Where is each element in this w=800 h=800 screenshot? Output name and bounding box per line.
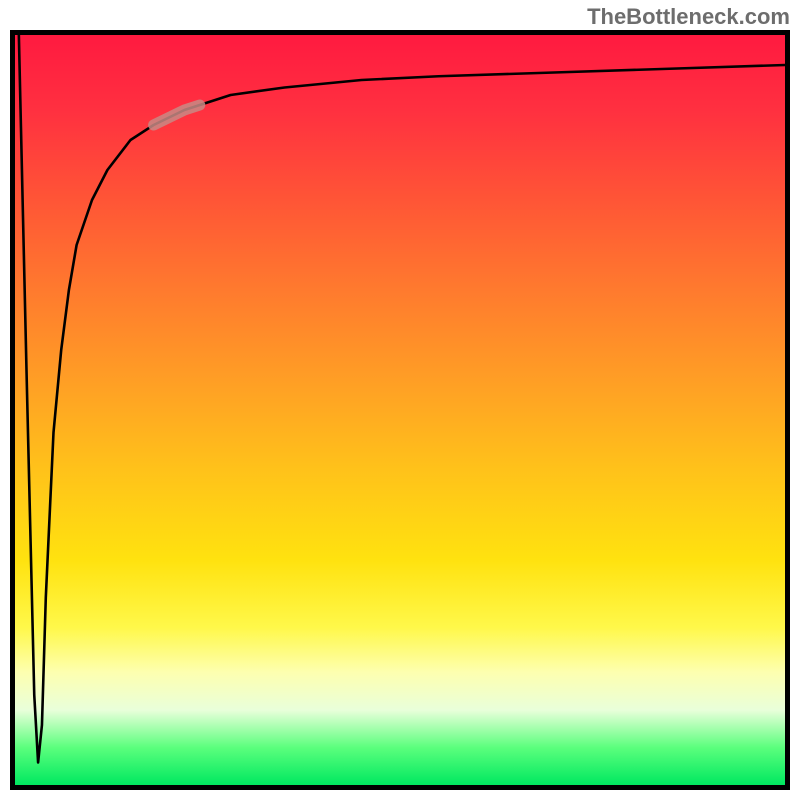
curve-layer <box>15 35 785 785</box>
highlight-segment-path <box>154 105 200 125</box>
plot-area <box>10 30 790 790</box>
bottleneck-curve-path <box>19 35 785 763</box>
watermark-label: TheBottleneck.com <box>587 4 790 30</box>
